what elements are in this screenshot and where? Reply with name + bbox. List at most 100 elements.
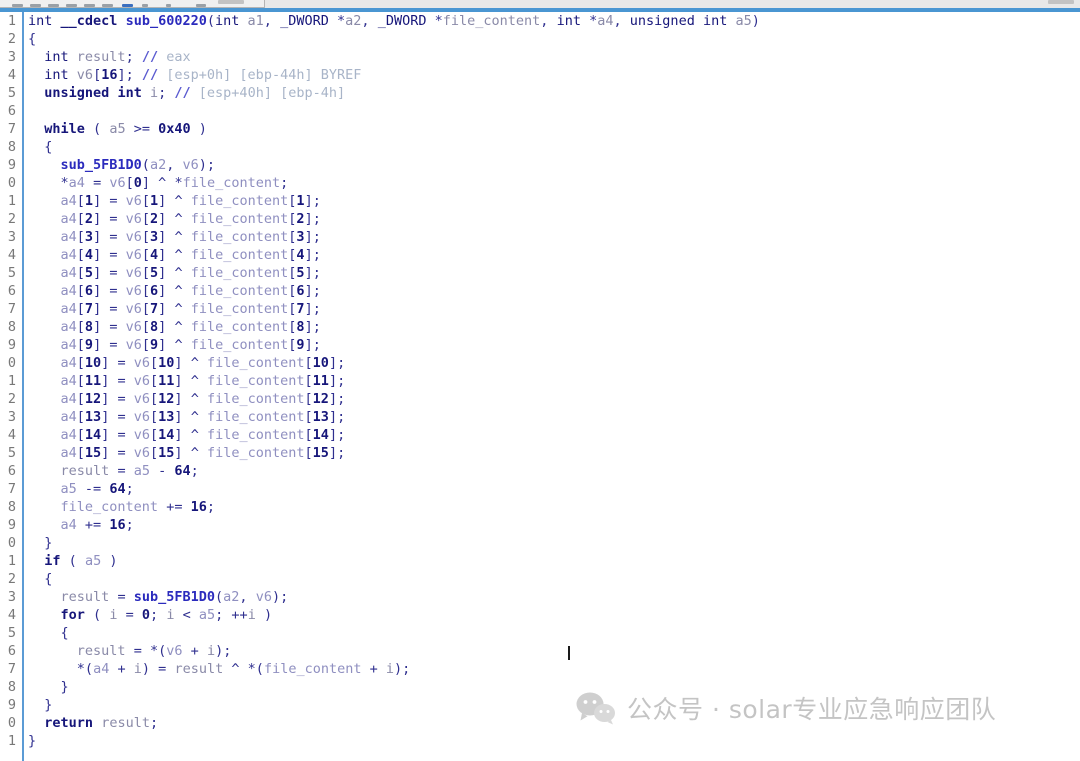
code-line[interactable]: 8 {: [0, 138, 1080, 156]
code-line[interactable]: 6 a4[6] = v6[6] ^ file_content[6];: [0, 282, 1080, 300]
code-line-text: result = *(v6 + i);: [76, 643, 232, 659]
line-number: 6: [7, 463, 16, 479]
code-line-text: }: [28, 733, 37, 749]
line-number: 5: [7, 625, 16, 641]
code-line-text: for ( i = 0; i < a5; ++i ): [60, 607, 273, 623]
code-line[interactable]: 9 sub_5FB1D0(a2, v6);: [0, 156, 1080, 174]
code-line[interactable]: 9 }: [0, 696, 1080, 714]
code-line[interactable]: 5 a4[15] = v6[15] ^ file_content[15];: [0, 444, 1080, 462]
code-line-text: }: [44, 535, 53, 551]
code-line-text: result = a5 - 64;: [60, 463, 199, 479]
line-number: 4: [7, 247, 16, 263]
code-line-text: a4[8] = v6[8] ^ file_content[8];: [60, 319, 321, 335]
code-line-text: return result;: [44, 715, 159, 731]
line-number: 7: [7, 121, 16, 137]
back-icon[interactable]: [48, 4, 59, 7]
code-line[interactable]: 7 *(a4 + i) = result ^ *(file_content + …: [0, 660, 1080, 678]
line-number: 2: [7, 31, 16, 47]
code-line-text: {: [44, 139, 53, 155]
code-line[interactable]: 8 file_content += 16;: [0, 498, 1080, 516]
code-line[interactable]: 1 int __cdecl sub_600220(int a1, _DWORD *…: [0, 12, 1080, 30]
code-line-text: }: [44, 697, 53, 713]
line-number: 9: [7, 517, 16, 533]
code-line[interactable]: 0 }: [0, 534, 1080, 552]
code-line[interactable]: 4 int v6[16]; // [esp+0h] [ebp-44h] BYRE…: [0, 66, 1080, 84]
code-line[interactable]: 9 a4 += 16;: [0, 516, 1080, 534]
code-line[interactable]: 8 }: [0, 678, 1080, 696]
line-number: 8: [7, 139, 16, 155]
code-line[interactable]: 7 while ( a5 >= 0x40 ): [0, 120, 1080, 138]
code-line[interactable]: 2 {: [0, 570, 1080, 588]
line-number: 2: [7, 571, 16, 587]
code-line-text: a4[12] = v6[12] ^ file_content[12];: [60, 391, 346, 407]
step-icon[interactable]: [196, 4, 206, 7]
code-line[interactable]: 9 a4[9] = v6[9] ^ file_content[9];: [0, 336, 1080, 354]
line-number: 3: [7, 229, 16, 245]
code-line[interactable]: 6 result = a5 - 64;: [0, 462, 1080, 480]
line-number: 2: [7, 211, 16, 227]
line-number: 6: [7, 283, 16, 299]
code-line-text: {: [60, 625, 69, 641]
code-line[interactable]: 5 {: [0, 624, 1080, 642]
code-line-text: a4 += 16;: [60, 517, 134, 533]
undo-icon[interactable]: [84, 4, 95, 7]
run-icon[interactable]: [122, 4, 133, 7]
code-line[interactable]: 0 return result;: [0, 714, 1080, 732]
open-icon[interactable]: [12, 4, 23, 7]
line-number: 4: [7, 607, 16, 623]
line-number: 5: [7, 85, 16, 101]
code-line[interactable]: 5 unsigned int i; // [esp+40h] [ebp-4h]: [0, 84, 1080, 102]
code-line[interactable]: 1 a4[1] = v6[1] ^ file_content[1];: [0, 192, 1080, 210]
toolbar-strip: [0, 0, 1080, 8]
toolbar-tab-button[interactable]: [218, 0, 244, 4]
code-line-text: a4[5] = v6[5] ^ file_content[5];: [60, 265, 321, 281]
stop-icon[interactable]: [166, 4, 171, 7]
line-number: 1: [7, 13, 16, 29]
code-line[interactable]: 0 *a4 = v6[0] ^ *file_content;: [0, 174, 1080, 192]
code-line[interactable]: 8 a4[8] = v6[8] ^ file_content[8];: [0, 318, 1080, 336]
line-number: 3: [7, 49, 16, 65]
redo-icon[interactable]: [102, 4, 113, 7]
code-line[interactable]: 5 a4[5] = v6[5] ^ file_content[5];: [0, 264, 1080, 282]
code-line[interactable]: 7 a5 -= 64;: [0, 480, 1080, 498]
pause-icon[interactable]: [142, 4, 148, 7]
code-line[interactable]: 2 a4[2] = v6[2] ^ file_content[2];: [0, 210, 1080, 228]
text-caret: [568, 646, 570, 660]
code-line-text: a4[2] = v6[2] ^ file_content[2];: [60, 211, 321, 227]
code-line[interactable]: 1}: [0, 732, 1080, 750]
code-line[interactable]: 0 a4[10] = v6[10] ^ file_content[10];: [0, 354, 1080, 372]
code-line-text: a4[6] = v6[6] ^ file_content[6];: [60, 283, 321, 299]
code-line-text: sub_5FB1D0(a2, v6);: [60, 157, 216, 173]
code-line[interactable]: 3 result = sub_5FB1D0(a2, v6);: [0, 588, 1080, 606]
code-line[interactable]: 7 a4[7] = v6[7] ^ file_content[7];: [0, 300, 1080, 318]
line-number: 9: [7, 697, 16, 713]
code-line[interactable]: 1 a4[11] = v6[11] ^ file_content[11];: [0, 372, 1080, 390]
code-line-text: int v6[16]; // [esp+0h] [ebp-44h] BYREF: [44, 67, 362, 83]
code-line[interactable]: 2 a4[12] = v6[12] ^ file_content[12];: [0, 390, 1080, 408]
code-line[interactable]: 3 a4[3] = v6[3] ^ file_content[3];: [0, 228, 1080, 246]
code-line[interactable]: 4 a4[4] = v6[4] ^ file_content[4];: [0, 246, 1080, 264]
forward-icon[interactable]: [66, 4, 77, 7]
code-line[interactable]: 4 a4[14] = v6[14] ^ file_content[14];: [0, 426, 1080, 444]
line-number: 0: [7, 535, 16, 551]
line-number: 3: [7, 589, 16, 605]
pseudocode-editor[interactable]: 1 int __cdecl sub_600220(int a1, _DWORD *…: [0, 12, 1080, 761]
save-icon[interactable]: [30, 4, 41, 7]
line-number: 7: [7, 661, 16, 677]
line-number: 1: [7, 373, 16, 389]
line-number: 1: [7, 193, 16, 209]
code-line[interactable]: 2{: [0, 30, 1080, 48]
code-line[interactable]: 6 result = *(v6 + i);: [0, 642, 1080, 660]
toolbar-overflow-button[interactable]: [1048, 0, 1074, 4]
line-number: 0: [7, 715, 16, 731]
code-line-text: a4[14] = v6[14] ^ file_content[14];: [60, 427, 346, 443]
code-line[interactable]: 3 int result; // eax: [0, 48, 1080, 66]
code-line[interactable]: 4 for ( i = 0; i < a5; ++i ): [0, 606, 1080, 624]
line-number: 0: [7, 355, 16, 371]
code-line[interactable]: 3 a4[13] = v6[13] ^ file_content[13];: [0, 408, 1080, 426]
code-line-text: if ( a5 ): [44, 553, 118, 569]
code-line[interactable]: 1 if ( a5 ): [0, 552, 1080, 570]
code-line-text: a4[9] = v6[9] ^ file_content[9];: [60, 337, 321, 353]
code-line[interactable]: 6: [0, 102, 1080, 120]
code-line-text: {: [28, 31, 37, 47]
